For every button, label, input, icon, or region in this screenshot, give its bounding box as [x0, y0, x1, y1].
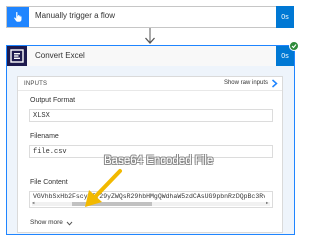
- action-header[interactable]: Convert Excel 0s: [7, 46, 294, 66]
- chevron-right-icon[interactable]: [271, 79, 278, 88]
- scroll-right-icon[interactable]: ▶: [266, 202, 270, 206]
- file-content-value: VGVhbSxHb2FscyBTY29yZWQsR29hbHMgQWdhaW5z…: [33, 193, 265, 200]
- show-more-link[interactable]: Show more: [30, 219, 63, 226]
- inputs-label: INPUTS: [24, 81, 48, 87]
- show-raw-inputs-link[interactable]: Show raw inputs: [224, 80, 268, 86]
- output-format-field[interactable]: XLSX: [29, 109, 273, 122]
- trigger-title: Manually trigger a flow: [35, 11, 116, 20]
- output-format-label: Output Format: [30, 97, 76, 104]
- inputs-header: INPUTS Show raw inputs: [18, 77, 282, 91]
- arrow-down-icon: [145, 28, 155, 44]
- scroll-left-icon[interactable]: ◀: [32, 202, 36, 206]
- chevron-down-icon[interactable]: [66, 221, 73, 226]
- trigger-duration-badge: 0s: [276, 6, 294, 28]
- convert-excel-card: Convert Excel 0s INPUTS Show raw inputs …: [6, 41, 299, 235]
- trigger-card[interactable]: Manually trigger a flow 0s: [6, 6, 294, 28]
- horizontal-scrollbar[interactable]: ◀ ▶: [32, 202, 270, 206]
- file-content-label: File Content: [30, 179, 68, 186]
- annotation-arrow-icon: [85, 169, 122, 207]
- action-title: Convert Excel: [35, 51, 85, 60]
- encodian-logo-icon: [7, 46, 27, 66]
- hand-pointer-icon: [7, 7, 29, 27]
- check-circle-icon: [289, 41, 299, 51]
- file-content-field[interactable]: VGVhbSxHb2FscyBTY29yZWQsR29hbHMgQWdhaW5z…: [29, 191, 273, 208]
- filename-label: Filename: [30, 133, 59, 140]
- annotation-label: Base64 Encoded File: [104, 155, 214, 167]
